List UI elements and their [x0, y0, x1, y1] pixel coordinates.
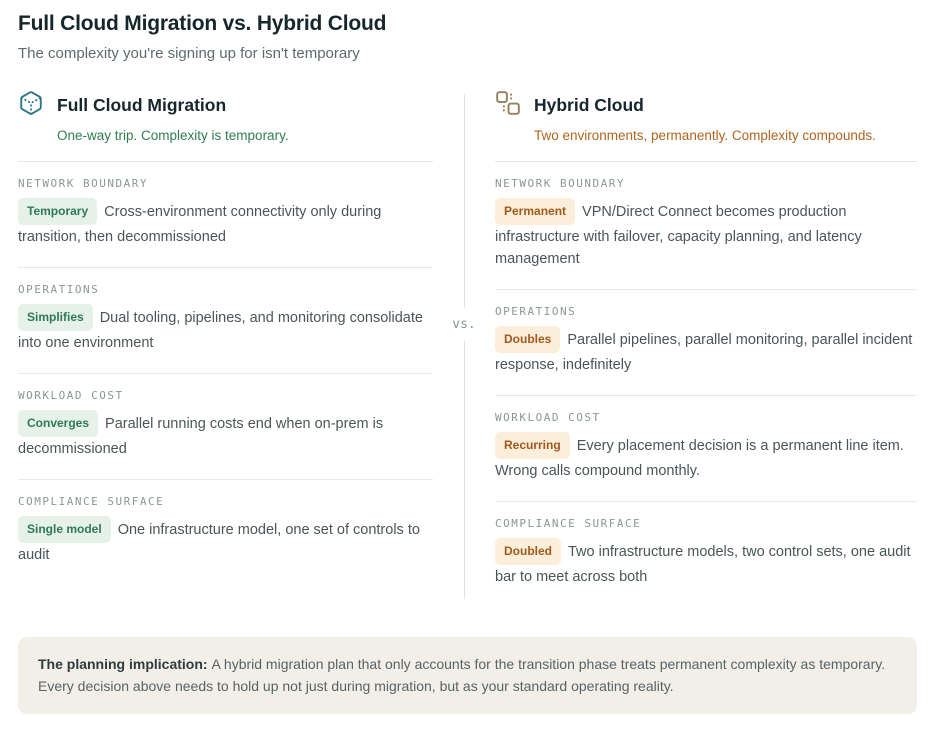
page-title: Full Cloud Migration vs. Hybrid Cloud [18, 12, 387, 35]
section-operations: OPERATIONS Simplifies Dual tooling, pipel… [18, 268, 433, 374]
section-workload-cost: WORKLOAD COST Converges Parallel running … [18, 374, 433, 480]
column-tagline: Two environments, permanently. Complexit… [534, 128, 876, 143]
status-badge: Simplifies [18, 304, 93, 331]
hexagon-box-icon [18, 90, 44, 121]
hybrid-cloud-header: Hybrid Cloud Two environments, permanent… [495, 86, 917, 162]
status-badge: Temporary [18, 198, 98, 225]
section-operations: OPERATIONS Doubles Parallel pipelines, pa… [495, 290, 917, 396]
dual-squares-icon [495, 90, 521, 121]
page-subtitle: The complexity you're signing up for isn… [18, 45, 360, 62]
section-text: Recurring Every placement decision is a p… [495, 432, 917, 482]
section-text: Doubles Parallel pipelines, parallel moni… [495, 326, 917, 376]
status-badge: Permanent [495, 198, 576, 225]
comparison-page: Full Cloud Migration vs. Hybrid Cloud Th… [0, 0, 935, 736]
section-label: NETWORK BOUNDARY [18, 177, 148, 190]
section-label: NETWORK BOUNDARY [495, 177, 625, 190]
section-workload-cost: WORKLOAD COST Recurring Every placement d… [495, 396, 917, 502]
section-label: WORKLOAD COST [18, 389, 124, 402]
comparison-grid: Full Cloud Migration One-way trip. Compl… [18, 86, 917, 607]
column-full-cloud: Full Cloud Migration One-way trip. Compl… [18, 86, 433, 607]
section-text: Permanent VPN/Direct Connect becomes prod… [495, 198, 917, 270]
section-text: Doubled Two infrastructure models, two co… [495, 538, 917, 588]
status-badge: Converges [18, 410, 99, 437]
section-label: COMPLIANCE SURFACE [495, 517, 642, 530]
section-label: WORKLOAD COST [495, 411, 601, 424]
status-badge: Recurring [495, 432, 570, 459]
column-hybrid-cloud: Hybrid Cloud Two environments, permanent… [495, 86, 917, 607]
column-title: Full Cloud Migration [57, 95, 227, 115]
section-text: Converges Parallel running costs end when… [18, 410, 433, 460]
section-label: COMPLIANCE SURFACE [18, 495, 165, 508]
section-text: Single model One infrastructure model, on… [18, 516, 433, 566]
planning-implication-callout: The planning implication: A hybrid migra… [18, 637, 917, 714]
section-label: OPERATIONS [18, 283, 100, 296]
full-cloud-header: Full Cloud Migration One-way trip. Compl… [18, 86, 433, 162]
section-network-boundary: NETWORK BOUNDARY Temporary Cross-environm… [18, 162, 433, 268]
section-text: Temporary Cross-environment connectivity … [18, 198, 433, 248]
section-compliance-surface: COMPLIANCE SURFACE Single model One infra… [18, 480, 433, 585]
status-badge: Single model [18, 516, 111, 543]
section-text: Simplifies Dual tooling, pipelines, and m… [18, 304, 433, 354]
section-network-boundary: NETWORK BOUNDARY Permanent VPN/Direct Con… [495, 162, 917, 290]
vs-divider: vs. [433, 86, 495, 607]
callout-lead: The planning implication: [38, 656, 212, 672]
section-compliance-surface: COMPLIANCE SURFACE Doubled Two infrastruc… [495, 502, 917, 607]
status-badge: Doubles [495, 326, 561, 353]
column-tagline: One-way trip. Complexity is temporary. [57, 128, 289, 143]
column-title: Hybrid Cloud [534, 95, 644, 115]
vs-label: vs. [450, 308, 478, 341]
divider-line [464, 94, 465, 599]
section-label: OPERATIONS [495, 305, 577, 318]
status-badge: Doubled [495, 538, 561, 565]
